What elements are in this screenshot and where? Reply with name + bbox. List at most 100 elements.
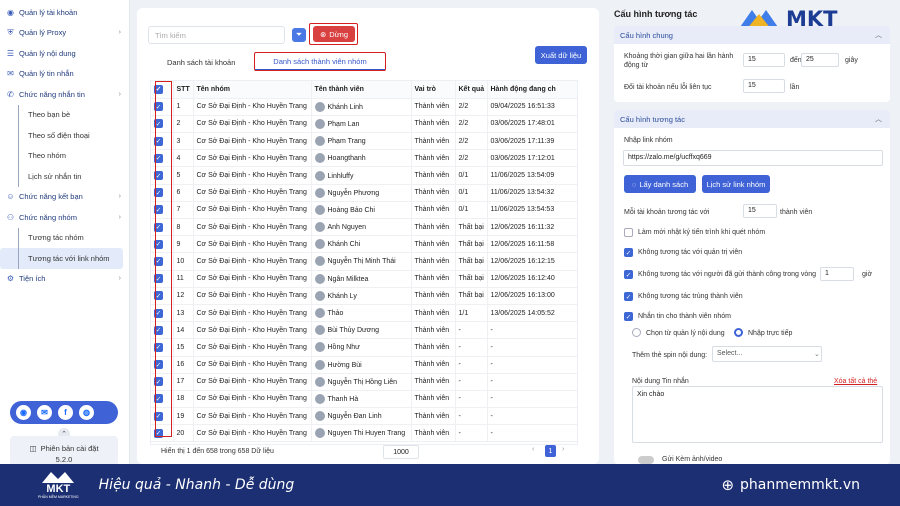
column-header[interactable]: Hành động đang ch bbox=[487, 81, 577, 99]
row-checkbox[interactable]: ✓ bbox=[154, 342, 163, 352]
no-sent-hours-input[interactable]: 1 bbox=[820, 267, 854, 281]
row-checkbox[interactable]: ✓ bbox=[154, 102, 163, 112]
no-sent-checkbox[interactable]: ✓ bbox=[624, 270, 633, 279]
column-header[interactable]: Tên thành viên bbox=[311, 81, 412, 99]
row-checkbox[interactable]: ✓ bbox=[154, 119, 163, 129]
facebook-icon[interactable]: f bbox=[58, 405, 73, 420]
radio-direct-input[interactable] bbox=[734, 328, 743, 337]
table-row[interactable]: ✓ 14 Cơ Sở Đại Định - Kho Huyền Trang Bùi T… bbox=[151, 321, 577, 340]
message-checkbox[interactable]: ✓ bbox=[624, 312, 633, 321]
sidebar-item-1[interactable]: ⛨ Quản lý Proxy › bbox=[0, 23, 129, 44]
content-textarea[interactable]: Xin chào bbox=[632, 386, 883, 443]
table-row[interactable]: ✓ 1 Cơ Sở Đại Định - Kho Huyền Trang Khánh … bbox=[151, 98, 577, 116]
prev-page-button[interactable]: ‹ bbox=[532, 446, 534, 453]
page-size-select[interactable]: 1000 bbox=[383, 445, 419, 459]
attach-toggle[interactable] bbox=[638, 456, 654, 464]
table-row[interactable]: ✓ 2 Cơ Sở Đại Định - Kho Huyền Trang Phạm L… bbox=[151, 115, 577, 134]
table-row[interactable]: ✓ 9 Cơ Sở Đại Định - Kho Huyền Trang Khánh … bbox=[151, 235, 577, 254]
select-all-checkbox[interactable]: ✓ bbox=[154, 84, 163, 94]
delay-from-input[interactable]: 15 bbox=[743, 53, 785, 67]
row-checkbox[interactable]: ✓ bbox=[154, 394, 163, 404]
table-row[interactable]: ✓ 17 Cơ Sở Đại Định - Kho Huyền Trang Nguyễ… bbox=[151, 373, 577, 391]
per-account-input[interactable]: 15 bbox=[743, 204, 777, 218]
table-row[interactable]: ✓ 8 Cơ Sở Đại Định - Kho Huyền Trang Anh Ng… bbox=[151, 218, 577, 237]
sidebar-item-2[interactable]: ☰ Quản lý nội dung bbox=[0, 43, 129, 64]
row-checkbox[interactable]: ✓ bbox=[154, 360, 163, 370]
column-header[interactable]: STT bbox=[173, 81, 194, 99]
table-row[interactable]: ✓ 7 Cơ Sở Đại Định - Kho Huyền Trang Hoàng … bbox=[151, 201, 577, 220]
row-checkbox[interactable]: ✓ bbox=[154, 136, 163, 146]
row-checkbox[interactable]: ✓ bbox=[154, 428, 163, 438]
sidebar-item-11[interactable]: Tương tác nhóm bbox=[0, 227, 129, 249]
link-history-button[interactable]: Lịch sử link nhóm bbox=[702, 175, 770, 193]
globe-icon[interactable]: ◍ bbox=[79, 405, 94, 420]
row-checkbox[interactable]: ✓ bbox=[154, 239, 163, 249]
delay-to-input[interactable]: 25 bbox=[801, 53, 839, 67]
support-icon[interactable]: ◉ bbox=[16, 405, 31, 420]
banner-website[interactable]: ⊕ phanmemmkt.vn bbox=[721, 476, 860, 494]
column-header[interactable]: Kết quả bbox=[455, 81, 488, 99]
table-row[interactable]: ✓ 19 Cơ Sở Đại Định - Kho Huyền Trang Nguyễ… bbox=[151, 407, 577, 426]
column-header[interactable]: Vai trò bbox=[411, 81, 456, 99]
tab-members[interactable]: Danh sách thành viên nhóm bbox=[255, 53, 385, 70]
no-admin-checkbox[interactable]: ✓ bbox=[624, 248, 633, 257]
radio-manage-content[interactable] bbox=[632, 328, 641, 337]
row-checkbox[interactable]: ✓ bbox=[154, 325, 163, 335]
row-checkbox[interactable]: ✓ bbox=[154, 222, 163, 232]
search-input[interactable]: Tìm kiếm bbox=[148, 26, 285, 44]
row-checkbox[interactable]: ✓ bbox=[154, 153, 163, 163]
spin-select[interactable]: Select... bbox=[712, 346, 822, 362]
table-row[interactable]: ✓ 15 Cơ Sở Đại Định - Kho Huyền Trang Hồng … bbox=[151, 338, 577, 357]
filter-button[interactable]: ⏷ bbox=[292, 28, 306, 42]
table-row[interactable]: ✓ 20 Cơ Sở Đại Định - Kho Huyền Trang Nguye… bbox=[151, 424, 577, 443]
interaction-config-header[interactable]: Cấu hình tương tác ︿ bbox=[614, 110, 890, 128]
chevron-up-icon[interactable]: ︿ bbox=[875, 114, 882, 124]
table-row[interactable]: ✓ 11 Cơ Sở Đại Định - Kho Huyền Trang Ngân … bbox=[151, 270, 577, 288]
switch-account-input[interactable]: 15 bbox=[743, 79, 785, 93]
row-checkbox[interactable]: ✓ bbox=[154, 188, 163, 198]
chevron-up-icon[interactable]: ︿ bbox=[875, 30, 882, 40]
messenger-icon[interactable]: ✉ bbox=[37, 405, 52, 420]
row-checkbox[interactable]: ✓ bbox=[154, 291, 163, 301]
table-row[interactable]: ✓ 12 Cơ Sở Đại Định - Kho Huyền Trang Khánh… bbox=[151, 287, 577, 305]
row-checkbox[interactable]: ✓ bbox=[154, 411, 163, 421]
sidebar-item-8[interactable]: Lịch sử nhắn tin bbox=[0, 166, 129, 187]
table-row[interactable]: ✓ 6 Cơ Sở Đại Định - Kho Huyền Trang Nguyễn… bbox=[151, 184, 577, 202]
sidebar-item-7[interactable]: Theo nhóm bbox=[0, 145, 129, 167]
sidebar-item-3[interactable]: ✉ Quản lý tin nhắn bbox=[0, 64, 129, 85]
group-link-input[interactable]: https://zalo.me/g/ucffxq669 bbox=[623, 150, 883, 166]
row-checkbox[interactable]: ✓ bbox=[154, 377, 163, 387]
next-page-button[interactable]: › bbox=[562, 446, 564, 453]
table-row[interactable]: ✓ 18 Cơ Sở Đại Định - Kho Huyền Trang Thanh… bbox=[151, 390, 577, 409]
no-dup-checkbox[interactable]: ✓ bbox=[624, 292, 633, 301]
get-list-button[interactable]: ◌ Lấy danh sách bbox=[624, 175, 696, 193]
sidebar-item-6[interactable]: Theo số điện thoại bbox=[0, 125, 129, 146]
export-button[interactable]: Xuất dữ liệu bbox=[535, 46, 587, 64]
sidebar-item-5[interactable]: Theo bạn bè bbox=[0, 104, 129, 126]
table-row[interactable]: ✓ 16 Cơ Sở Đại Định - Kho Huyền Trang Hường… bbox=[151, 356, 577, 374]
current-page-button[interactable]: 1 bbox=[545, 445, 556, 457]
row-checkbox[interactable]: ✓ bbox=[154, 205, 163, 215]
sidebar-item-4[interactable]: ✆ Chức năng nhắn tin › bbox=[0, 84, 129, 105]
table-row[interactable]: ✓ 5 Cơ Sở Đại Định - Kho Huyền Trang Linhlu… bbox=[151, 166, 577, 185]
sidebar-item-12[interactable]: Tương tác với link nhóm bbox=[0, 248, 123, 269]
sidebar-item-10[interactable]: ⚇ Chức năng nhóm › bbox=[0, 207, 129, 228]
column-header[interactable]: Tên nhóm bbox=[193, 81, 312, 99]
row-checkbox[interactable]: ✓ bbox=[154, 171, 163, 181]
sidebar-item-13[interactable]: ⚙ Tiện ích › bbox=[0, 269, 129, 290]
clear-all-link[interactable]: Xóa tất cả thẻ bbox=[834, 377, 877, 386]
row-checkbox[interactable]: ✓ bbox=[154, 256, 163, 266]
general-config-header[interactable]: Cấu hình chung ︿ bbox=[614, 26, 890, 44]
stop-button[interactable]: ⊗ Dừng bbox=[313, 26, 355, 42]
table-row[interactable]: ✓ 4 Cơ Sở Đại Định - Kho Huyền Trang Hoangt… bbox=[151, 149, 577, 168]
sidebar-item-9[interactable]: ☺ Chức năng kết bạn › bbox=[0, 187, 129, 208]
row-checkbox[interactable]: ✓ bbox=[154, 308, 163, 318]
chevron-down-icon[interactable]: ⌄ bbox=[814, 350, 820, 359]
table-row[interactable]: ✓ 10 Cơ Sở Đại Định - Kho Huyền Trang Nguyễ… bbox=[151, 252, 577, 271]
refresh-log-checkbox[interactable] bbox=[624, 228, 633, 237]
sidebar-item-0[interactable]: ◉ Quản lý tài khoản bbox=[0, 2, 129, 23]
table-row[interactable]: ✓ 13 Cơ Sở Đại Định - Kho Huyền Trang Thảo T… bbox=[151, 304, 577, 323]
table-row[interactable]: ✓ 3 Cơ Sở Đại Định - Kho Huyền Trang Phạm T… bbox=[151, 132, 577, 151]
row-checkbox[interactable]: ✓ bbox=[154, 274, 163, 284]
tab-accounts[interactable]: Danh sách tài khoản bbox=[167, 58, 235, 67]
